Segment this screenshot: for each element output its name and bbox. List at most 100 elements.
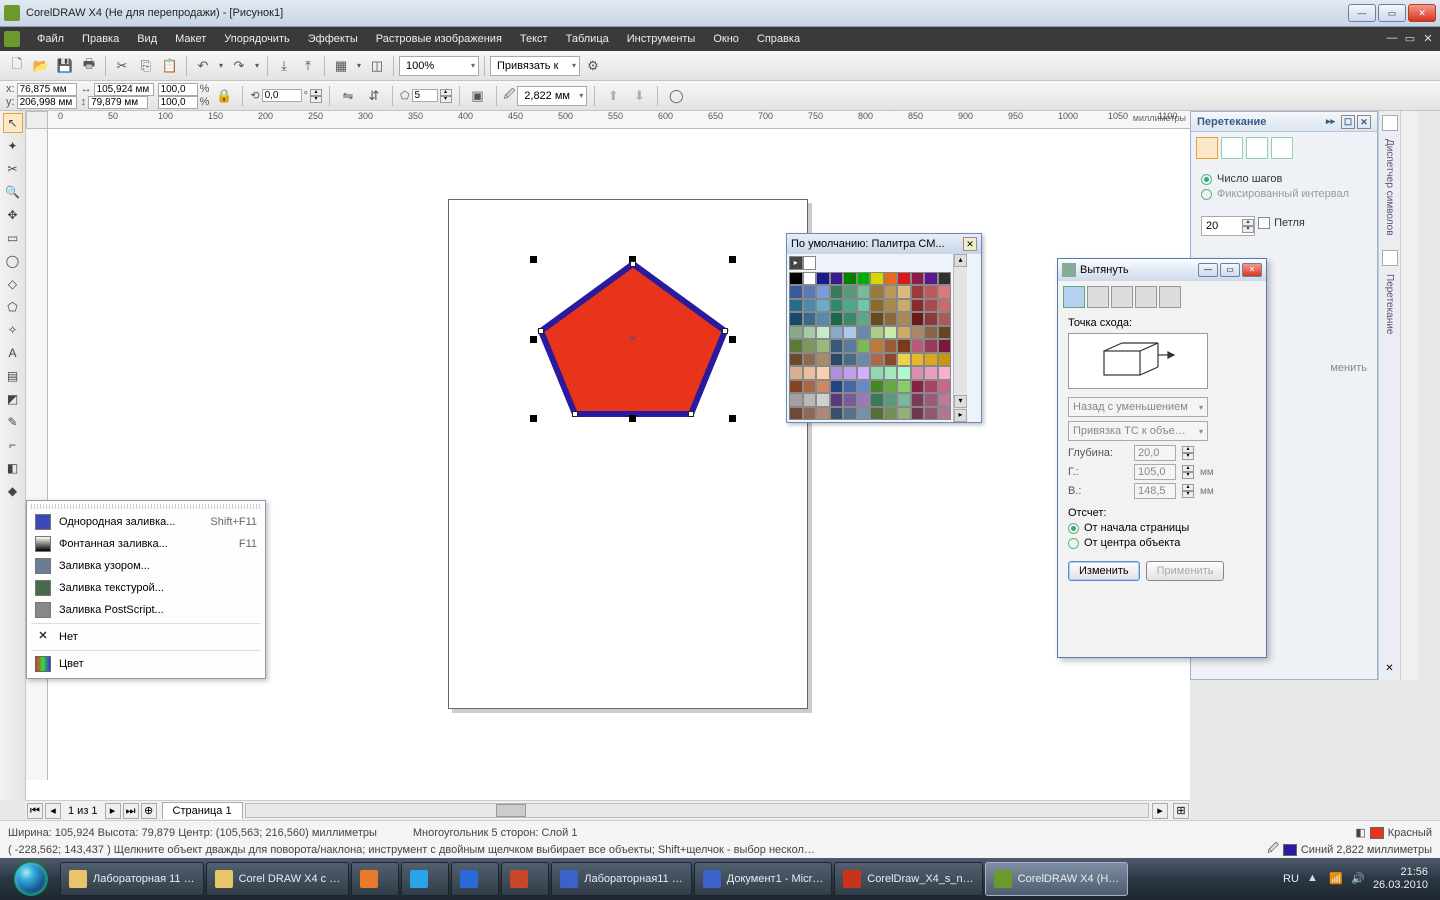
palette-menu-button[interactable]: ▸ [954, 409, 967, 422]
extrude-type-combo[interactable]: Назад с уменьшением [1068, 397, 1208, 417]
swatch[interactable] [816, 299, 830, 313]
swatch[interactable] [843, 285, 857, 299]
swatch[interactable] [870, 312, 884, 326]
undo-button[interactable]: ↶ [192, 55, 214, 77]
tool-9[interactable]: ✧ [3, 320, 23, 340]
swatch[interactable] [924, 312, 938, 326]
fill-item-2[interactable]: Заливка узором... [27, 555, 265, 577]
outline-color-well[interactable] [1283, 844, 1297, 856]
swatch[interactable] [911, 339, 925, 353]
mdi-minimize-button[interactable]: — [1384, 32, 1400, 46]
taskbar-item[interactable]: Corel DRAW X4 с … [206, 862, 350, 896]
minidock-label-1[interactable]: Диспетчер символов [1384, 139, 1395, 236]
menu-Файл[interactable]: Файл [28, 30, 73, 48]
swatch[interactable] [884, 299, 898, 313]
swatch[interactable] [897, 393, 911, 407]
swatch[interactable] [843, 393, 857, 407]
swatch[interactable] [803, 407, 817, 421]
swatch[interactable] [816, 353, 830, 367]
swatch[interactable] [816, 326, 830, 340]
mdi-restore-button[interactable]: ▭ [1402, 32, 1418, 46]
docker-x-icon[interactable]: ✕ [1357, 115, 1371, 129]
height-input[interactable] [88, 96, 148, 109]
swatch[interactable] [830, 285, 844, 299]
page-add-button[interactable]: ⊕ [141, 803, 157, 819]
swatch[interactable] [789, 299, 803, 313]
swatch[interactable] [897, 285, 911, 299]
minidock-icon-2[interactable] [1382, 250, 1398, 266]
export-button[interactable]: ⤒ [297, 55, 319, 77]
tool-3[interactable]: 🔍 [3, 182, 23, 202]
tool-11[interactable]: ▤ [3, 366, 23, 386]
convert-curves-button[interactable]: ◯ [665, 85, 687, 107]
palette-arrow-icon[interactable]: ▸ [789, 256, 803, 270]
taskbar-item[interactable]: Лабораторная11 … [551, 862, 692, 896]
minimize-button[interactable]: — [1348, 4, 1376, 22]
swatch[interactable] [924, 272, 938, 286]
swatch[interactable] [843, 312, 857, 326]
lock-ratio-button[interactable]: 🔒 [213, 85, 235, 107]
tool-13[interactable]: ✎ [3, 412, 23, 432]
docker-collapse-icon[interactable]: ▸▸ [1326, 116, 1335, 127]
extrude-titlebar[interactable]: Вытянуть — ▭ ✕ [1058, 259, 1266, 281]
snap-combo[interactable]: Привязать к [490, 56, 580, 76]
view-nav-button[interactable]: ⊞ [1173, 803, 1189, 819]
to-front-button[interactable]: ⬆ [602, 85, 624, 107]
swatch[interactable] [830, 407, 844, 421]
swatch[interactable] [857, 393, 871, 407]
palette-scrollbar[interactable]: ▴ ▾ ▸ [953, 254, 967, 422]
tray-volume-icon[interactable]: 🔊 [1351, 872, 1365, 886]
fill-item-3[interactable]: Заливка текстурой... [27, 577, 265, 599]
swatch[interactable] [911, 299, 925, 313]
blend-steps-input[interactable]: ▴▾ [1201, 216, 1255, 236]
rot-down[interactable]: ▾ [310, 96, 322, 103]
extrude-max-button[interactable]: ▭ [1220, 263, 1240, 277]
app-launcher-dropdown[interactable]: ▾ [354, 55, 364, 77]
mirror-h-button[interactable]: ⇋ [337, 85, 359, 107]
swatch[interactable] [816, 380, 830, 394]
palette-close-button[interactable]: ✕ [963, 237, 977, 251]
swatch[interactable] [789, 312, 803, 326]
swatch[interactable] [897, 366, 911, 380]
swatch[interactable] [857, 299, 871, 313]
taskbar-item[interactable]: CorelDraw_X4_s_n… [834, 862, 982, 896]
sides-up[interactable]: ▴ [440, 89, 452, 96]
pos-x-input[interactable] [17, 83, 77, 96]
palette-scroll-down[interactable]: ▾ [954, 395, 967, 408]
v-input[interactable] [1134, 483, 1176, 499]
mdi-close-button[interactable]: ✕ [1420, 32, 1436, 46]
swatch[interactable] [870, 339, 884, 353]
swatch[interactable] [789, 366, 803, 380]
swatch[interactable] [924, 380, 938, 394]
swatch[interactable] [843, 366, 857, 380]
fill-item-4[interactable]: Заливка PostScript... [27, 599, 265, 621]
swatch[interactable] [789, 407, 803, 421]
swatch[interactable] [897, 312, 911, 326]
close-button[interactable]: ✕ [1408, 4, 1436, 22]
scale-y-input[interactable] [158, 96, 198, 109]
swatch[interactable] [884, 380, 898, 394]
swatch[interactable] [830, 393, 844, 407]
minidock-icon-1[interactable] [1382, 115, 1398, 131]
tool-15[interactable]: ◧ [3, 458, 23, 478]
swatch[interactable] [870, 299, 884, 313]
swatch[interactable] [816, 285, 830, 299]
swatch[interactable] [830, 339, 844, 353]
swatch[interactable] [884, 393, 898, 407]
swatch[interactable] [938, 272, 952, 286]
swatch[interactable] [816, 366, 830, 380]
pos-y-input[interactable] [17, 96, 77, 109]
swatch[interactable] [843, 407, 857, 421]
paste-button[interactable]: 📋 [159, 55, 181, 77]
wrap-button[interactable]: ▣ [467, 85, 489, 107]
extrude-snap-combo[interactable]: Привязка ТС к объе… [1068, 421, 1208, 441]
tool-4[interactable]: ✥ [3, 205, 23, 225]
swatch[interactable] [857, 353, 871, 367]
page-first-button[interactable]: ⏮ [27, 803, 43, 819]
swatch[interactable] [911, 285, 925, 299]
swatch[interactable] [911, 366, 925, 380]
swatch[interactable] [857, 272, 871, 286]
menu-Вид[interactable]: Вид [128, 30, 166, 48]
tool-8[interactable]: ⬠ [3, 297, 23, 317]
outline-width-combo[interactable]: 2,822 мм [517, 86, 587, 106]
